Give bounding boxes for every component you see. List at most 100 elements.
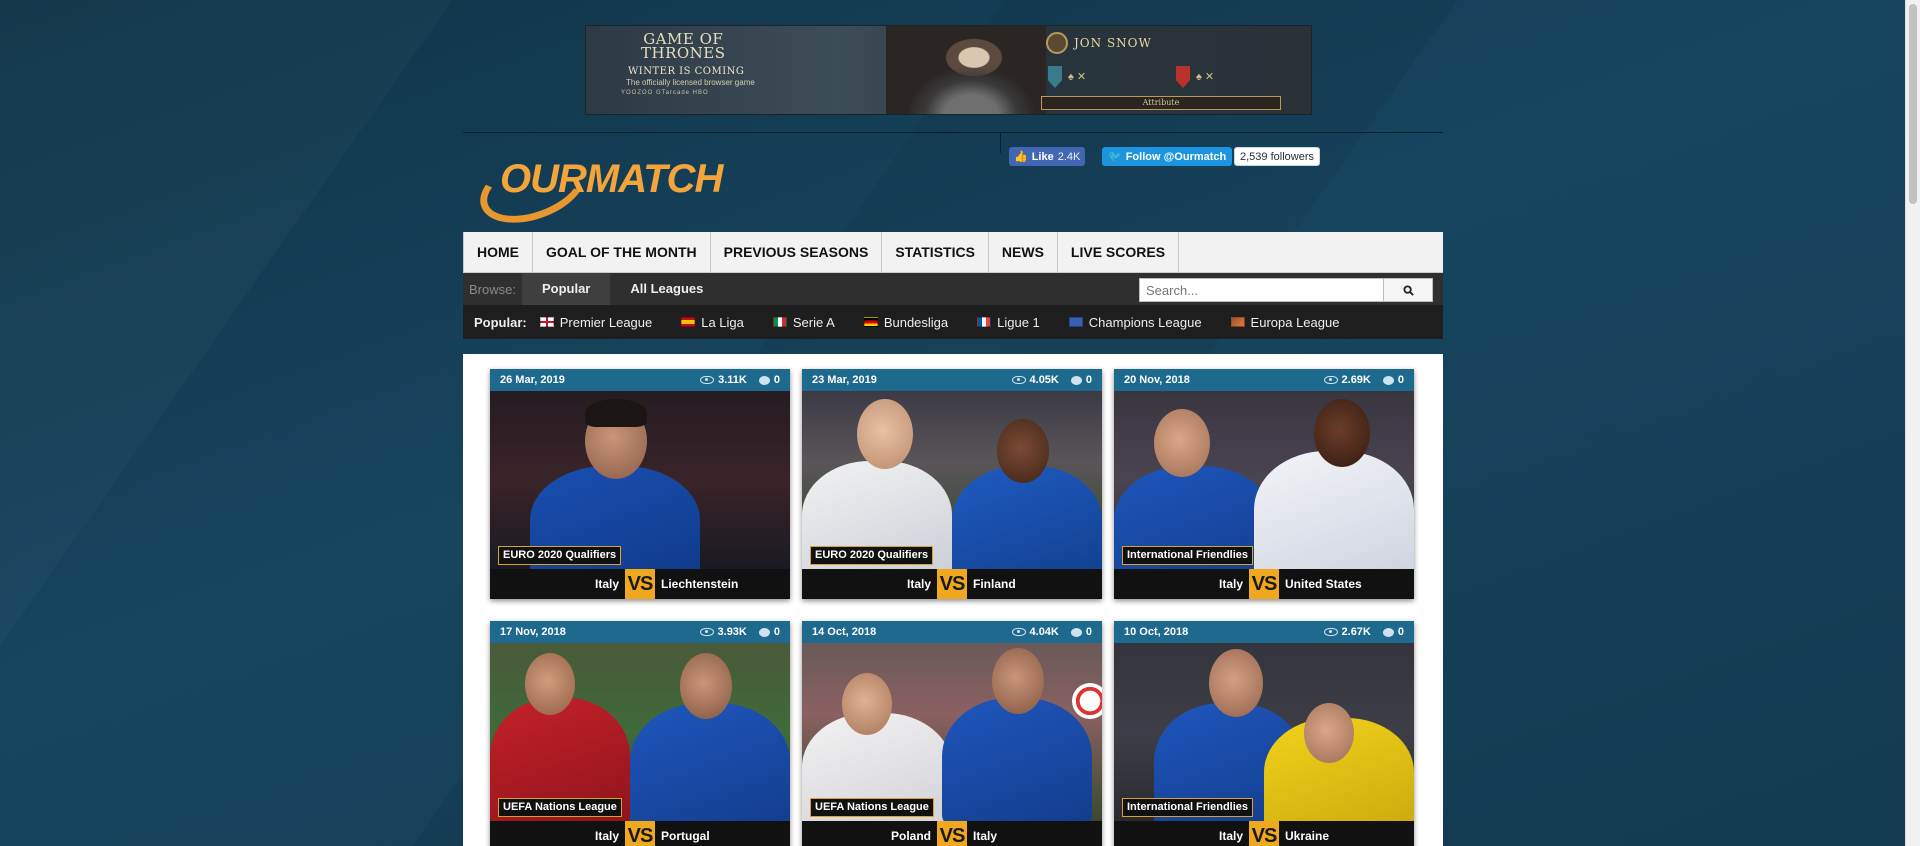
germany-flag-icon [863,317,878,327]
league-link-europa-league[interactable]: Europa League [1230,315,1339,330]
eye-icon [1011,628,1026,636]
page-scrollbar[interactable] [1905,0,1920,846]
competition-badge[interactable]: EURO 2020 Qualifiers [810,546,934,565]
away-team: Ukraine [1285,829,1330,843]
match-card[interactable]: 26 Mar, 2019 3.11K 0 EURO 2020 Qualifier… [490,369,790,599]
views-stat: 3.93K [699,626,747,638]
away-team: Finland [973,577,1016,591]
popular-label: Popular: [474,314,527,330]
match-card-header: 26 Mar, 2019 3.11K 0 [490,369,790,391]
comments-stat: 0 [758,626,780,638]
ad-attribute-bar: Attribute [1041,96,1281,110]
facebook-like-button[interactable]: 👍 Like 2.4K [1009,147,1086,166]
league-link-premier-league[interactable]: Premier League [539,314,653,330]
match-date: 20 Nov, 2018 [1124,374,1190,386]
match-date: 10 Oct, 2018 [1124,626,1189,638]
home-team: Italy [1218,577,1243,591]
scrollbar-thumb[interactable] [1909,4,1917,204]
competition-badge[interactable]: EURO 2020 Qualifiers [498,546,622,565]
twitter-followers-count[interactable]: 2,539 followers [1234,147,1320,166]
comments-stat: 0 [1070,374,1092,386]
league-link-champions-league[interactable]: Champions League [1068,315,1202,330]
match-thumbnail[interactable] [802,643,1102,821]
vs-badge: VS [1249,821,1279,846]
league-link-bundesliga[interactable]: Bundesliga [863,314,949,330]
nav-previous-seasons[interactable]: PREVIOUS SEASONS [711,232,883,273]
competition-badge[interactable]: UEFA Nations League [498,798,622,817]
match-card-header: 10 Oct, 2018 2.67K 0 [1114,621,1414,643]
shield-icon [1176,66,1190,88]
match-grid: 26 Mar, 2019 3.11K 0 EURO 2020 Qualifier… [463,354,1443,846]
fb-like-label: Like [1031,150,1054,163]
views-stat: 4.05K [1011,374,1059,386]
eye-icon [699,628,714,636]
league-link-serie-a[interactable]: Serie A [772,315,835,330]
match-thumbnail[interactable] [802,391,1102,569]
match-thumbnail[interactable] [1114,391,1414,569]
match-card[interactable]: 20 Nov, 2018 2.69K 0 International Frien… [1114,369,1414,599]
comments-stat: 0 [758,374,780,386]
twitter-bird-icon: 🐦 [1108,151,1122,163]
comments-count: 0 [773,626,780,638]
ad-title-line2: THRONES [641,44,726,62]
tab-all-leagues[interactable]: All Leagues [610,273,723,305]
twitter-follow-button[interactable]: 🐦 Follow @Ourmatch [1102,147,1233,166]
nav-live-scores[interactable]: LIVE SCORES [1058,232,1180,273]
site-logo[interactable]: OURMATCH [470,140,763,236]
eye-icon [700,376,715,384]
ad-hero-image [886,26,1046,114]
nav-goal-of-the-month[interactable]: GOAL OF THE MONTH [533,232,711,273]
away-team: Liechtenstein [661,577,739,591]
views-count: 3.93K [717,626,747,638]
match-card[interactable]: 23 Mar, 2019 4.05K 0 EURO 2020 Qualifier… [802,369,1102,599]
search-button[interactable] [1383,278,1433,302]
ad-symbols-icon: ♠ ✕ [1068,71,1087,83]
ad-character-name: JON SNOW [1074,36,1152,50]
vs-badge: VS [1249,569,1279,599]
league-name: La Liga [701,314,744,330]
crest-icon [1046,32,1068,54]
ad-subtitle: WINTER IS COMING [628,66,745,77]
vs-badge: VS [937,821,967,846]
views-count: 2.69K [1341,374,1371,386]
views-stat: 3.11K [700,374,747,386]
views-count: 4.05K [1029,374,1059,386]
comment-icon [1382,627,1394,637]
shield-icon [1048,66,1062,88]
match-thumbnail[interactable] [490,643,790,821]
vs-badge: VS [625,821,655,846]
tab-popular[interactable]: Popular [521,273,611,305]
match-thumbnail[interactable] [1114,643,1414,821]
spain-flag-icon [681,317,696,327]
comments-stat: 0 [1070,626,1092,638]
eye-icon [1011,376,1026,384]
match-card[interactable]: 14 Oct, 2018 4.04K 0 UEFA Nations League… [802,621,1102,846]
nav-news[interactable]: NEWS [989,232,1058,273]
search-input[interactable] [1139,278,1384,302]
nav-home[interactable]: HOME [463,232,533,273]
match-teams: Italy VS Liechtenstein [490,569,790,599]
comments-stat: 0 [1382,626,1404,638]
match-thumbnail[interactable] [490,391,790,569]
league-name: Bundesliga [883,314,949,330]
banner-ad[interactable]: GAME OF THRONES WINTER IS COMING The off… [585,25,1312,115]
comment-icon [1382,375,1394,385]
eye-icon [1323,376,1338,384]
league-name: Ligue 1 [997,314,1040,330]
logo-text: OURMATCH [500,157,723,201]
match-card[interactable]: 10 Oct, 2018 2.67K 0 International Frien… [1114,621,1414,846]
league-name: Premier League [559,314,653,330]
league-link-la-liga[interactable]: La Liga [681,315,744,330]
home-team: Italy [906,577,931,591]
match-card-header: 14 Oct, 2018 4.04K 0 [802,621,1102,643]
competition-badge[interactable]: International Friendlies [1122,546,1254,565]
match-card[interactable]: 17 Nov, 2018 3.93K 0 UEFA Nations League… [490,621,790,846]
comments-count: 0 [1085,626,1092,638]
match-teams: Italy VS United States [1114,569,1414,599]
competition-badge[interactable]: UEFA Nations League [810,798,934,817]
league-link-ligue-1[interactable]: Ligue 1 [977,315,1040,330]
competition-badge[interactable]: International Friendlies [1122,798,1254,817]
nav-statistics[interactable]: STATISTICS [882,232,989,273]
ad-symbols-icon: ♠ ✕ [1196,71,1215,83]
thumbs-up-icon: 👍 [1014,151,1028,163]
